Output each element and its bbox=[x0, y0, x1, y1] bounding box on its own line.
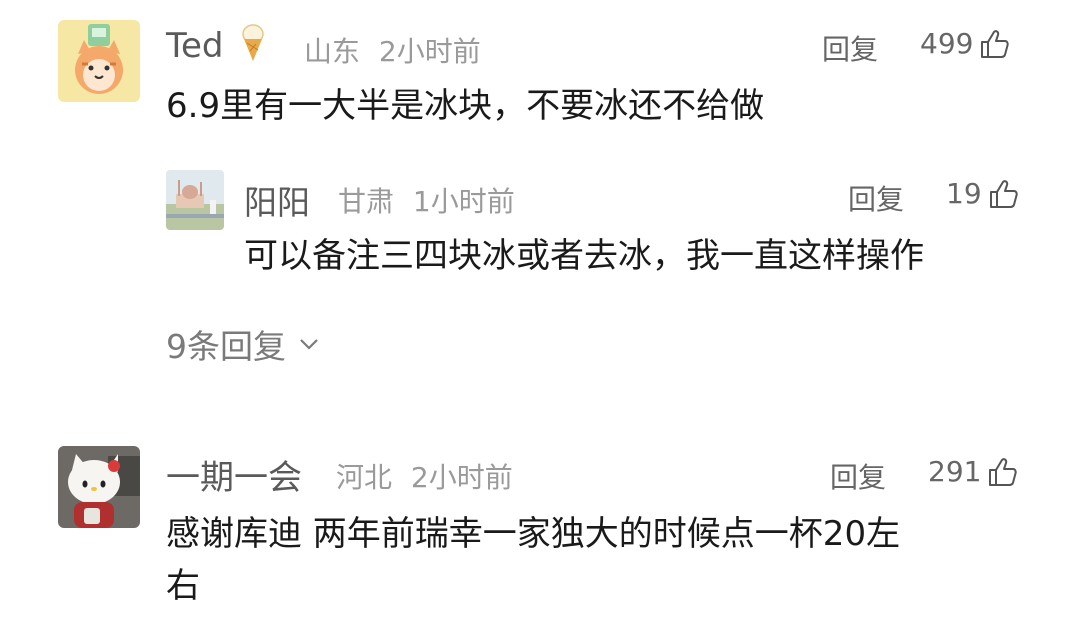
reply-button[interactable]: 回复 bbox=[848, 178, 904, 218]
location-text: 山东 bbox=[304, 35, 361, 68]
ice-cream-icon bbox=[240, 24, 266, 71]
like-button[interactable]: 19 bbox=[946, 177, 1020, 210]
thumbs-up-icon bbox=[989, 457, 1018, 486]
username[interactable]: 阳阳 bbox=[244, 176, 310, 224]
comment-text-line-1: 感谢库迪 两年前瑞幸一家独大的时候点一杯20左 bbox=[166, 514, 901, 554]
mosque-photo-icon bbox=[166, 170, 224, 230]
expand-replies-button[interactable]: 9条回复 bbox=[166, 320, 322, 368]
cat-avatar-icon bbox=[58, 20, 140, 102]
reply-button[interactable]: 回复 bbox=[822, 28, 878, 68]
username-text: Ted bbox=[166, 26, 224, 66]
hello-kitty-avatar-icon bbox=[58, 446, 140, 528]
reply-button[interactable]: 回复 bbox=[830, 456, 886, 496]
chevron-down-icon bbox=[300, 339, 318, 350]
like-button[interactable]: 291 bbox=[928, 455, 1019, 488]
comment-text-line-2: 右 bbox=[166, 566, 200, 606]
avatar[interactable] bbox=[58, 20, 140, 102]
location-text: 甘肃 bbox=[338, 185, 395, 218]
time-text: 2小时前 bbox=[410, 461, 513, 494]
like-button[interactable]: 499 bbox=[920, 27, 1011, 60]
time-text: 2小时前 bbox=[378, 35, 481, 68]
comment-meta: 河北 2小时前 bbox=[336, 456, 513, 496]
like-count: 19 bbox=[946, 177, 982, 210]
avatar[interactable] bbox=[58, 446, 140, 528]
reply-text: 可以备注三四块冰或者去冰，我一直这样操作 bbox=[244, 236, 924, 276]
username[interactable]: Ted bbox=[166, 24, 266, 71]
more-replies-label: 9条回复 bbox=[166, 327, 286, 366]
comment-text: 6.9里有一大半是冰块，不要冰还不给做 bbox=[166, 86, 765, 126]
thumbs-up-icon bbox=[989, 179, 1018, 208]
comment-list: Ted 山东 2小时前 回复 499 6.9里有一大半是冰块，不要冰还不给做 阳… bbox=[0, 0, 1080, 624]
like-count: 499 bbox=[920, 27, 974, 60]
location-text: 河北 bbox=[336, 461, 393, 494]
thumbs-up-icon bbox=[981, 29, 1010, 58]
avatar[interactable] bbox=[166, 170, 224, 230]
comment-meta: 山东 2小时前 bbox=[304, 30, 481, 70]
time-text: 1小时前 bbox=[412, 185, 515, 218]
username[interactable]: 一期一会 bbox=[166, 450, 302, 499]
like-count: 291 bbox=[928, 455, 982, 488]
comment-meta: 甘肃 1小时前 bbox=[338, 180, 515, 220]
